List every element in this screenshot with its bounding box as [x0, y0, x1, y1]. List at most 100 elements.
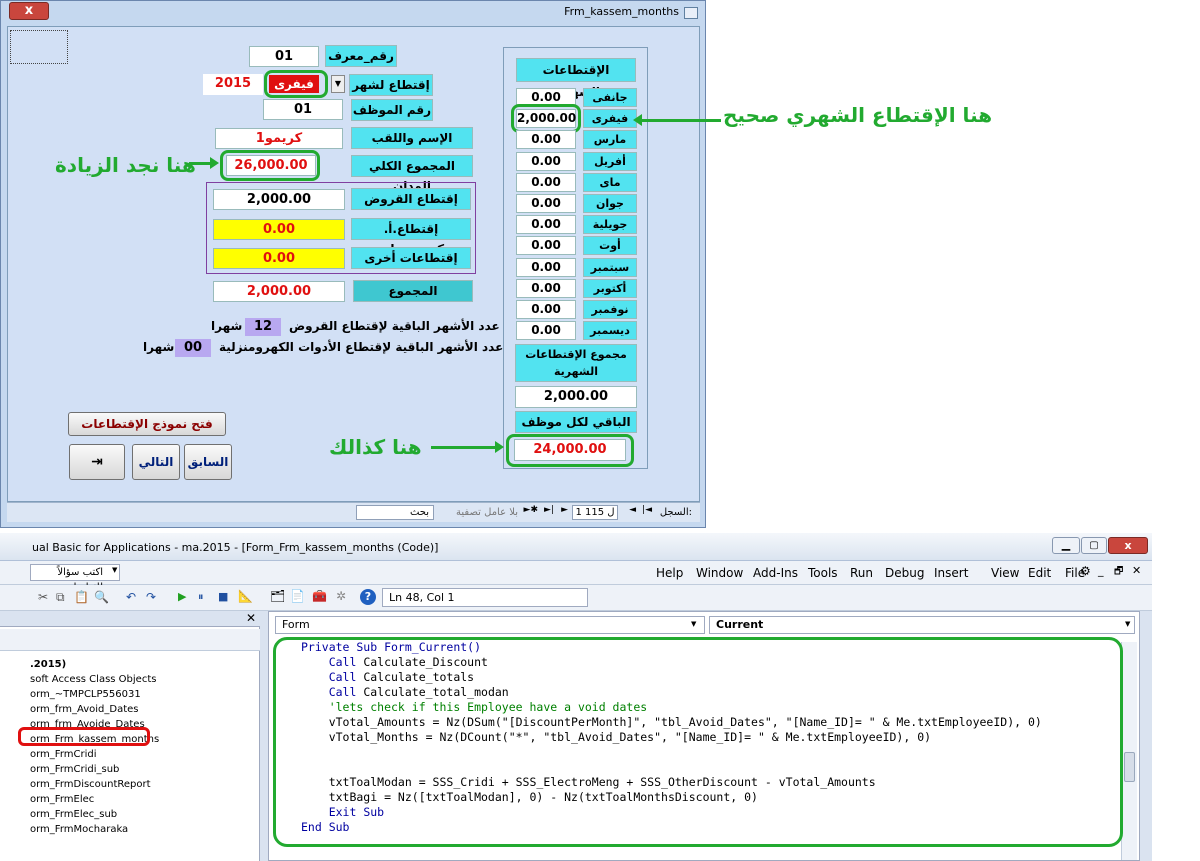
month-select[interactable]: فيفرى — [269, 75, 319, 93]
annotation-arrow — [641, 119, 721, 122]
vertical-scrollbar[interactable] — [1121, 642, 1137, 860]
tree-item[interactable]: orm_FrmMocharaka — [30, 822, 250, 837]
reset-icon[interactable]: ■ — [218, 590, 228, 603]
month-value-field[interactable]: 0.00 — [516, 300, 576, 319]
tree-item[interactable]: orm_FrmCridi_sub — [30, 762, 250, 777]
next-button[interactable]: التالي — [132, 444, 180, 480]
monthly-total-label: مجموع الإقتطاعات الشهرية — [515, 344, 637, 382]
search-field[interactable]: بحث — [356, 505, 434, 520]
remaining-loans-unit: شهرا — [211, 319, 243, 333]
find-icon[interactable]: 🔍 — [94, 590, 109, 604]
tree-item[interactable]: orm_~TMPCLP556031 — [30, 687, 250, 702]
sum-field[interactable]: 2,000.00 — [213, 281, 345, 302]
tree-item[interactable]: soft Access Class Objects — [30, 672, 250, 687]
close-button[interactable]: x — [9, 2, 49, 20]
break-icon[interactable]: ⏸ — [198, 590, 204, 604]
maximize-button[interactable]: ▢ — [1081, 537, 1107, 554]
help-search-input[interactable]: اكتب سؤالاً للتعليمات — [30, 564, 120, 593]
menu-view[interactable]: View — [991, 566, 1019, 580]
month-value-field[interactable]: 0.00 — [516, 215, 576, 235]
menu-debug[interactable]: Debug — [885, 566, 924, 580]
month-label: أفريل — [583, 151, 637, 171]
electro-field[interactable]: 0.00 — [213, 219, 345, 240]
tree-item[interactable]: orm_FrmElec — [30, 792, 250, 807]
access-icon[interactable]: ⚙ — [1080, 564, 1091, 578]
menu-insert[interactable]: Insert — [934, 566, 968, 580]
month-value-field[interactable]: 0.00 — [516, 172, 576, 192]
first-record-icon[interactable]: |◄ — [642, 505, 652, 515]
tree-item[interactable]: orm_frm_Avoid_Dates — [30, 702, 250, 717]
new-record-icon[interactable]: ►✱ — [524, 505, 538, 515]
next-record-icon[interactable]: ► — [561, 505, 568, 515]
total-field[interactable]: 26,000.00 — [226, 155, 316, 176]
scrollbar-thumb[interactable] — [1124, 752, 1135, 782]
loans-field[interactable]: 2,000.00 — [213, 189, 345, 210]
mdi-restore-icon[interactable]: 🗗 — [1114, 564, 1123, 581]
minimize-button[interactable]: ▁ — [1052, 537, 1080, 554]
last-record-icon[interactable]: ►| — [544, 505, 554, 515]
record-position-field[interactable]: 1 ل 115 — [572, 505, 618, 520]
chevron-down-icon[interactable]: ▼ — [1125, 620, 1130, 628]
menu-add-ins[interactable]: Add-Ins — [753, 566, 798, 580]
monthly-total-field[interactable]: 2,000.00 — [515, 386, 637, 408]
close-icon[interactable]: ✕ — [246, 611, 256, 625]
close-button[interactable]: x — [1108, 537, 1148, 554]
menu-run[interactable]: Run — [850, 566, 873, 580]
procedure-combo[interactable]: Current — [709, 616, 1135, 634]
tree-item[interactable]: .2015) — [30, 657, 250, 672]
menu-edit[interactable]: Edit — [1028, 566, 1051, 580]
employee-no-field[interactable]: 01 — [263, 99, 343, 120]
month-value-field[interactable]: 0.00 — [516, 130, 576, 150]
design-mode-icon[interactable]: 📐 — [238, 589, 253, 603]
paste-icon[interactable]: 📋 — [74, 590, 89, 604]
explorer-toolbar — [0, 629, 260, 651]
mdi-minimize-icon[interactable]: _ — [1098, 564, 1104, 577]
year-field[interactable]: 2015 — [203, 74, 263, 95]
exit-button[interactable]: ⇥ — [69, 444, 125, 480]
help-icon[interactable]: ? — [360, 589, 376, 605]
tree-item[interactable]: orm_FrmDiscountReport — [30, 777, 250, 792]
tree-item[interactable]: orm_FrmCridi — [30, 747, 250, 762]
tree-item[interactable]: orm_FrmElec_sub — [30, 807, 250, 822]
object-browser-icon[interactable]: 🧰 — [312, 589, 327, 603]
name-field[interactable]: كريمو1 — [215, 128, 343, 149]
prev-record-icon[interactable]: ◄ — [629, 505, 636, 515]
run-icon[interactable]: ▶ — [178, 590, 186, 603]
record-selector[interactable] — [10, 30, 68, 64]
project-explorer-icon[interactable]: 🗂 — [270, 589, 285, 603]
copy-icon[interactable]: ⧉ — [56, 590, 65, 605]
month-value-field[interactable]: 0.00 — [516, 194, 576, 213]
month-value-field[interactable]: 0.00 — [516, 321, 576, 341]
redo-icon[interactable]: ↷ — [146, 590, 156, 604]
month-label: فيفرى — [583, 109, 637, 129]
other-field[interactable]: 0.00 — [213, 248, 345, 269]
menu-window[interactable]: Window — [696, 566, 743, 580]
menu-items: Help Window Add-Ins Tools Run Debug Insert View… — [656, 566, 1085, 582]
chevron-down-icon[interactable]: ▼ — [331, 75, 345, 93]
id-label: رقم_معرف — [325, 45, 397, 67]
filter-status[interactable]: بلا عامل تصفية — [456, 507, 518, 518]
prev-button[interactable]: السابق — [184, 444, 232, 480]
undo-icon[interactable]: ↶ — [126, 590, 136, 604]
cut-icon[interactable]: ✂ — [38, 590, 48, 604]
properties-icon[interactable]: 📄 — [290, 589, 305, 603]
menu-bar: اكتب سؤالاً للتعليمات ▼ Help Window Add-In… — [0, 561, 1152, 593]
month-value-field[interactable]: 0.00 — [516, 278, 576, 298]
vba-editor-window: ual Basic for Applications - ma.2015 - [… — [0, 533, 1152, 861]
mdi-close-icon[interactable]: ✕ — [1132, 564, 1141, 577]
object-combo[interactable]: Form — [275, 616, 705, 634]
remaining-field[interactable]: 24,000.00 — [514, 439, 626, 461]
vba-title: ual Basic for Applications - ma.2015 - [… — [32, 541, 439, 554]
menu-help[interactable]: Help — [656, 566, 683, 580]
menu-tools[interactable]: Tools — [808, 566, 838, 580]
id-field[interactable]: 01 — [249, 46, 319, 67]
chevron-down-icon[interactable]: ▼ — [112, 566, 117, 574]
open-deductions-button[interactable]: فتح نموذج الإقتطاعات — [68, 412, 226, 436]
month-value-field[interactable]: 0.00 — [516, 151, 576, 171]
toolbox-icon[interactable]: ✲ — [336, 589, 346, 603]
arrow-head-icon — [495, 441, 504, 453]
month-value-field[interactable]: 0.00 — [516, 236, 576, 256]
annotation-arrow — [189, 162, 211, 165]
month-value-field[interactable]: 0.00 — [516, 257, 576, 277]
chevron-down-icon[interactable]: ▼ — [691, 620, 696, 628]
